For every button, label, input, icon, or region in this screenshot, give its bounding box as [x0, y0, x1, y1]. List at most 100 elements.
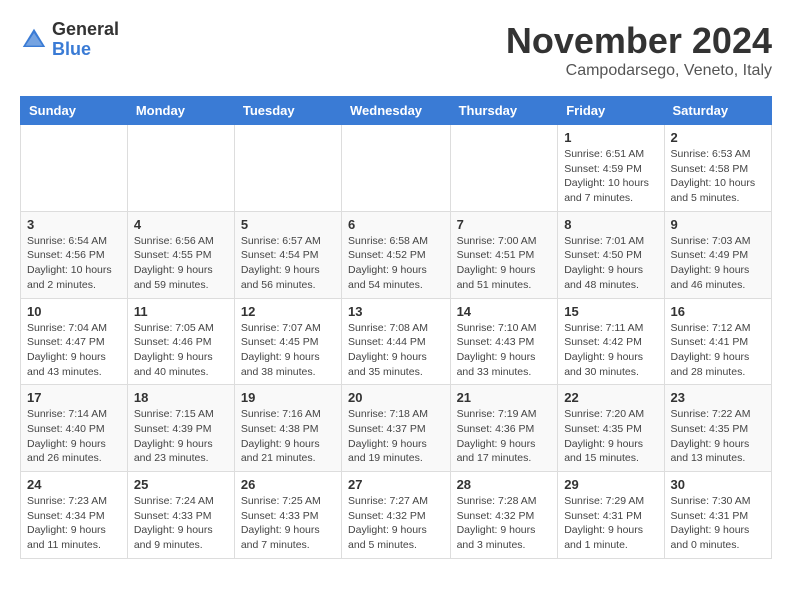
calendar-cell: 20Sunrise: 7:18 AM Sunset: 4:37 PM Dayli…: [342, 385, 451, 472]
day-info: Sunrise: 7:03 AM Sunset: 4:49 PM Dayligh…: [671, 234, 765, 293]
day-number: 13: [348, 304, 444, 319]
day-number: 28: [457, 477, 552, 492]
day-number: 24: [27, 477, 121, 492]
day-info: Sunrise: 7:23 AM Sunset: 4:34 PM Dayligh…: [27, 494, 121, 553]
weekday-header-wednesday: Wednesday: [342, 97, 451, 125]
weekday-header-sunday: Sunday: [21, 97, 128, 125]
calendar-cell: 25 Sunrise: 7:24 AM Sunset: 4:33 PM Dayli…: [127, 472, 234, 559]
day-info: Sunrise: 7:10 AM Sunset: 4:43 PM Dayligh…: [457, 321, 552, 380]
day-info: Sunrise: 7:22 AM Sunset: 4:35 PM Dayligh…: [671, 407, 765, 466]
calendar-cell: [127, 125, 234, 212]
day-number: 9: [671, 217, 765, 232]
day-info: Sunrise: 7:20 AM Sunset: 4:35 PM Dayligh…: [564, 407, 657, 466]
calendar-cell: 29 Sunrise: 7:29 AM Sunset: 4:31 PM Dayli…: [558, 472, 664, 559]
day-number: 22: [564, 390, 657, 405]
calendar-cell: 26 Sunrise: 7:25 AM Sunset: 4:33 PM Dayli…: [234, 472, 341, 559]
month-title: November 2024: [506, 20, 772, 62]
logo-general-text: General: [52, 20, 119, 40]
day-number: 11: [134, 304, 228, 319]
calendar-cell: 5 Sunrise: 6:57 AM Sunset: 4:54 PM Daylig…: [234, 211, 341, 298]
day-info: Sunrise: 7:19 AM Sunset: 4:36 PM Dayligh…: [457, 407, 552, 466]
calendar-cell: 27 Sunrise: 7:27 AM Sunset: 4:32 PM Dayli…: [342, 472, 451, 559]
calendar-cell: 10 Sunrise: 7:04 AM Sunset: 4:47 PM Dayli…: [21, 298, 128, 385]
day-info: Sunrise: 7:04 AM Sunset: 4:47 PM Dayligh…: [27, 321, 121, 380]
calendar-cell: 30Sunrise: 7:30 AM Sunset: 4:31 PM Dayli…: [664, 472, 771, 559]
day-number: 4: [134, 217, 228, 232]
day-info: Sunrise: 7:15 AM Sunset: 4:39 PM Dayligh…: [134, 407, 228, 466]
calendar-cell: [342, 125, 451, 212]
calendar-week-5: 24 Sunrise: 7:23 AM Sunset: 4:34 PM Dayli…: [21, 472, 772, 559]
weekday-header-friday: Friday: [558, 97, 664, 125]
calendar-cell: 15 Sunrise: 7:11 AM Sunset: 4:42 PM Dayli…: [558, 298, 664, 385]
day-info: Sunrise: 7:29 AM Sunset: 4:31 PM Dayligh…: [564, 494, 657, 553]
day-number: 3: [27, 217, 121, 232]
day-number: 25: [134, 477, 228, 492]
calendar-cell: [21, 125, 128, 212]
location-title: Campodarsego, Veneto, Italy: [506, 62, 772, 80]
calendar-cell: 2Sunrise: 6:53 AM Sunset: 4:58 PM Daylig…: [664, 125, 771, 212]
page-header: General Blue November 2024 Campodarsego,…: [20, 20, 772, 80]
calendar-cell: 12Sunrise: 7:07 AM Sunset: 4:45 PM Dayli…: [234, 298, 341, 385]
day-number: 15: [564, 304, 657, 319]
day-number: 20: [348, 390, 444, 405]
day-info: Sunrise: 7:08 AM Sunset: 4:44 PM Dayligh…: [348, 321, 444, 380]
day-info: Sunrise: 7:28 AM Sunset: 4:32 PM Dayligh…: [457, 494, 552, 553]
day-number: 5: [241, 217, 335, 232]
weekday-header-monday: Monday: [127, 97, 234, 125]
day-info: Sunrise: 7:07 AM Sunset: 4:45 PM Dayligh…: [241, 321, 335, 380]
day-number: 16: [671, 304, 765, 319]
calendar-cell: 9 Sunrise: 7:03 AM Sunset: 4:49 PM Daylig…: [664, 211, 771, 298]
calendar-cell: 3Sunrise: 6:54 AM Sunset: 4:56 PM Daylig…: [21, 211, 128, 298]
calendar-cell: [234, 125, 341, 212]
calendar-cell: 24 Sunrise: 7:23 AM Sunset: 4:34 PM Dayli…: [21, 472, 128, 559]
day-info: Sunrise: 7:05 AM Sunset: 4:46 PM Dayligh…: [134, 321, 228, 380]
day-info: Sunrise: 6:58 AM Sunset: 4:52 PM Dayligh…: [348, 234, 444, 293]
day-info: Sunrise: 7:16 AM Sunset: 4:38 PM Dayligh…: [241, 407, 335, 466]
calendar-cell: 23 Sunrise: 7:22 AM Sunset: 4:35 PM Dayli…: [664, 385, 771, 472]
day-info: Sunrise: 6:51 AM Sunset: 4:59 PM Dayligh…: [564, 147, 657, 206]
calendar-cell: 19 Sunrise: 7:16 AM Sunset: 4:38 PM Dayli…: [234, 385, 341, 472]
title-section: November 2024 Campodarsego, Veneto, Ital…: [506, 20, 772, 80]
day-number: 27: [348, 477, 444, 492]
day-number: 23: [671, 390, 765, 405]
calendar-cell: 7Sunrise: 7:00 AM Sunset: 4:51 PM Daylig…: [450, 211, 558, 298]
logo-text: General Blue: [52, 20, 119, 60]
day-number: 19: [241, 390, 335, 405]
day-info: Sunrise: 6:56 AM Sunset: 4:55 PM Dayligh…: [134, 234, 228, 293]
calendar-table: SundayMondayTuesdayWednesdayThursdayFrid…: [20, 96, 772, 559]
day-info: Sunrise: 6:53 AM Sunset: 4:58 PM Dayligh…: [671, 147, 765, 206]
day-number: 1: [564, 130, 657, 145]
calendar-cell: 1 Sunrise: 6:51 AM Sunset: 4:59 PM Daylig…: [558, 125, 664, 212]
calendar-cell: 4 Sunrise: 6:56 AM Sunset: 4:55 PM Daylig…: [127, 211, 234, 298]
day-number: 14: [457, 304, 552, 319]
day-info: Sunrise: 7:24 AM Sunset: 4:33 PM Dayligh…: [134, 494, 228, 553]
calendar-week-3: 10 Sunrise: 7:04 AM Sunset: 4:47 PM Dayli…: [21, 298, 772, 385]
day-number: 17: [27, 390, 121, 405]
day-info: Sunrise: 7:27 AM Sunset: 4:32 PM Dayligh…: [348, 494, 444, 553]
weekday-header-thursday: Thursday: [450, 97, 558, 125]
calendar-cell: 22 Sunrise: 7:20 AM Sunset: 4:35 PM Dayli…: [558, 385, 664, 472]
day-number: 10: [27, 304, 121, 319]
calendar-cell: 28 Sunrise: 7:28 AM Sunset: 4:32 PM Dayli…: [450, 472, 558, 559]
day-number: 18: [134, 390, 228, 405]
day-number: 29: [564, 477, 657, 492]
day-info: Sunrise: 6:57 AM Sunset: 4:54 PM Dayligh…: [241, 234, 335, 293]
day-number: 26: [241, 477, 335, 492]
weekday-header-tuesday: Tuesday: [234, 97, 341, 125]
calendar-cell: 6Sunrise: 6:58 AM Sunset: 4:52 PM Daylig…: [342, 211, 451, 298]
logo: General Blue: [20, 20, 119, 60]
day-number: 21: [457, 390, 552, 405]
weekday-header-saturday: Saturday: [664, 97, 771, 125]
calendar-cell: 14 Sunrise: 7:10 AM Sunset: 4:43 PM Dayli…: [450, 298, 558, 385]
logo-icon: [20, 26, 48, 54]
day-info: Sunrise: 7:25 AM Sunset: 4:33 PM Dayligh…: [241, 494, 335, 553]
day-number: 8: [564, 217, 657, 232]
calendar-cell: 17Sunrise: 7:14 AM Sunset: 4:40 PM Dayli…: [21, 385, 128, 472]
calendar-week-4: 17Sunrise: 7:14 AM Sunset: 4:40 PM Dayli…: [21, 385, 772, 472]
day-info: Sunrise: 7:01 AM Sunset: 4:50 PM Dayligh…: [564, 234, 657, 293]
calendar-cell: 21 Sunrise: 7:19 AM Sunset: 4:36 PM Dayli…: [450, 385, 558, 472]
day-info: Sunrise: 7:12 AM Sunset: 4:41 PM Dayligh…: [671, 321, 765, 380]
calendar-cell: 18 Sunrise: 7:15 AM Sunset: 4:39 PM Dayli…: [127, 385, 234, 472]
day-number: 30: [671, 477, 765, 492]
day-info: Sunrise: 7:11 AM Sunset: 4:42 PM Dayligh…: [564, 321, 657, 380]
